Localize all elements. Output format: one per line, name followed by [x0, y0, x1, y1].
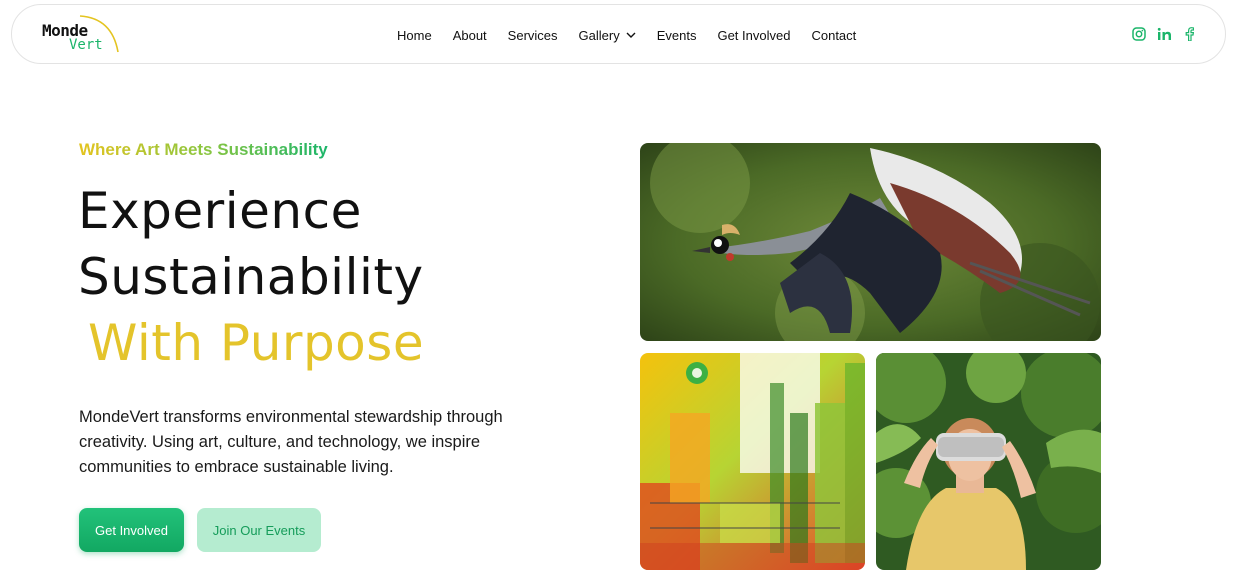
linkedin-icon[interactable] — [1156, 26, 1172, 42]
crane-photo — [640, 143, 1101, 341]
vr-headset-photo — [876, 353, 1101, 570]
hero-title: Experience Sustainability With Purpose — [78, 178, 424, 376]
facebook-icon[interactable] — [1181, 26, 1197, 42]
hero-tagline: Where Art Meets Sustainability — [79, 140, 328, 159]
main-nav: Home About Services Gallery Events Get I… — [397, 5, 877, 65]
instagram-icon[interactable] — [1131, 26, 1147, 42]
nav-contact[interactable]: Contact — [811, 28, 856, 43]
nav-get-involved[interactable]: Get Involved — [717, 28, 790, 43]
hero-description: MondeVert transforms environmental stewa… — [79, 408, 503, 476]
nav-about[interactable]: About — [453, 28, 487, 43]
nav-services[interactable]: Services — [508, 28, 558, 43]
hero-title-line1: Experience — [78, 182, 362, 240]
get-involved-button[interactable]: Get Involved — [79, 508, 184, 552]
hero-title-line2: Sustainability — [78, 248, 424, 306]
navbar: Monde Vert Home About Services Gallery E… — [11, 4, 1226, 64]
nav-home[interactable]: Home — [397, 28, 432, 43]
social-links — [1131, 26, 1197, 42]
nav-gallery[interactable]: Gallery — [579, 28, 636, 43]
hero-title-accent: With Purpose — [88, 314, 425, 372]
nav-events[interactable]: Events — [657, 28, 697, 43]
logo-text-vert: Vert — [69, 37, 103, 53]
brand-logo[interactable]: Monde Vert — [42, 15, 122, 57]
chevron-down-icon — [626, 32, 636, 38]
nav-gallery-label: Gallery — [578, 27, 620, 43]
green-city-artwork — [640, 353, 865, 570]
join-events-button[interactable]: Join Our Events — [197, 508, 321, 552]
